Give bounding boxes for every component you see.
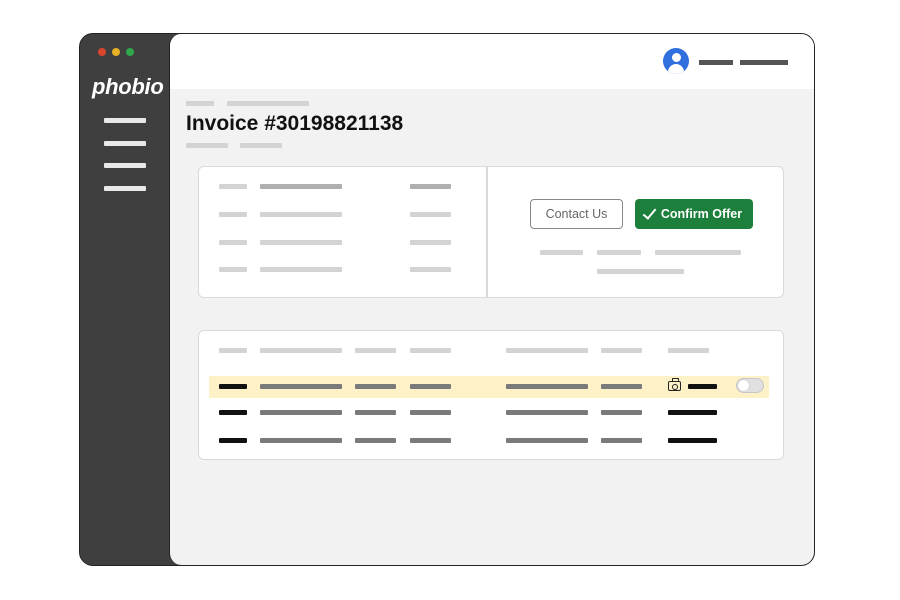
card-divider bbox=[486, 167, 488, 297]
summary-amount bbox=[410, 184, 451, 189]
sidebar-item-2[interactable] bbox=[104, 140, 146, 146]
summary-value bbox=[260, 184, 342, 189]
invoice-summary-card: Contact Us Confirm Offer bbox=[198, 166, 784, 298]
summary-label bbox=[219, 267, 247, 272]
table-cell bbox=[410, 384, 451, 389]
breadcrumb-item[interactable] bbox=[186, 101, 214, 106]
confirm-offer-label: Confirm Offer bbox=[660, 207, 743, 221]
camera-icon[interactable] bbox=[668, 378, 681, 391]
table-cell bbox=[506, 384, 588, 389]
app-window: phobio Invoice #30198821138 Contact Us C… bbox=[79, 33, 815, 566]
summary-label bbox=[219, 184, 247, 189]
table-cell bbox=[355, 410, 396, 415]
table-cell bbox=[668, 438, 717, 443]
subtitle-placeholder bbox=[186, 143, 228, 148]
subtitle-placeholder bbox=[240, 143, 282, 148]
summary-value bbox=[260, 267, 342, 272]
main-panel: Invoice #30198821138 Contact Us Confirm … bbox=[169, 34, 814, 565]
table-cell bbox=[355, 438, 396, 443]
sidebar-item-1[interactable] bbox=[104, 118, 146, 123]
summary-amount bbox=[410, 240, 451, 245]
app-logo: phobio bbox=[92, 74, 164, 99]
offer-detail-placeholder bbox=[655, 250, 741, 255]
sidebar-item-3[interactable] bbox=[104, 163, 146, 168]
table-cell bbox=[668, 410, 717, 415]
table-cell bbox=[506, 410, 588, 415]
table-header-cell bbox=[506, 348, 588, 353]
table-header-cell bbox=[668, 348, 709, 353]
confirm-offer-button[interactable]: Confirm Offer bbox=[635, 199, 753, 229]
table-cell bbox=[219, 384, 247, 389]
breadcrumb-item[interactable] bbox=[227, 101, 309, 106]
summary-label bbox=[219, 240, 247, 245]
summary-value bbox=[260, 240, 342, 245]
sidebar: phobio bbox=[80, 34, 172, 565]
table-cell bbox=[601, 438, 642, 443]
offer-detail-placeholder bbox=[597, 269, 684, 274]
user-name-placeholder bbox=[699, 60, 733, 65]
maximize-window-button[interactable] bbox=[126, 48, 134, 56]
summary-amount bbox=[410, 267, 451, 272]
offer-detail-placeholder bbox=[597, 250, 641, 255]
close-window-button[interactable] bbox=[98, 48, 106, 56]
table-cell bbox=[601, 410, 642, 415]
user-role-placeholder bbox=[740, 60, 788, 65]
table-cell bbox=[219, 438, 247, 443]
table-cell bbox=[410, 410, 451, 415]
summary-amount bbox=[410, 212, 451, 217]
table-cell bbox=[260, 438, 342, 443]
sidebar-item-4[interactable] bbox=[104, 185, 146, 191]
minimize-window-button[interactable] bbox=[112, 48, 120, 56]
contact-us-button[interactable]: Contact Us bbox=[530, 199, 623, 229]
check-icon bbox=[642, 204, 657, 220]
table-header-cell bbox=[355, 348, 396, 353]
table-cell bbox=[601, 384, 642, 389]
table-cell bbox=[260, 384, 342, 389]
table-cell bbox=[219, 410, 247, 415]
table-cell bbox=[410, 438, 451, 443]
top-bar bbox=[170, 34, 814, 89]
items-table-card bbox=[198, 330, 784, 460]
row-toggle[interactable] bbox=[736, 378, 764, 393]
table-cell bbox=[688, 384, 717, 389]
table-cell bbox=[260, 410, 342, 415]
page-title: Invoice #30198821138 bbox=[186, 112, 404, 135]
summary-value bbox=[260, 212, 342, 217]
table-header-cell bbox=[219, 348, 247, 353]
table-cell bbox=[506, 438, 588, 443]
table-header-cell bbox=[260, 348, 342, 353]
window-controls bbox=[98, 48, 134, 56]
user-avatar-icon[interactable] bbox=[663, 48, 689, 74]
table-header-cell bbox=[410, 348, 451, 353]
table-header-cell bbox=[601, 348, 642, 353]
table-cell bbox=[355, 384, 396, 389]
offer-detail-placeholder bbox=[540, 250, 583, 255]
summary-label bbox=[219, 212, 247, 217]
sidebar-nav bbox=[104, 118, 146, 208]
